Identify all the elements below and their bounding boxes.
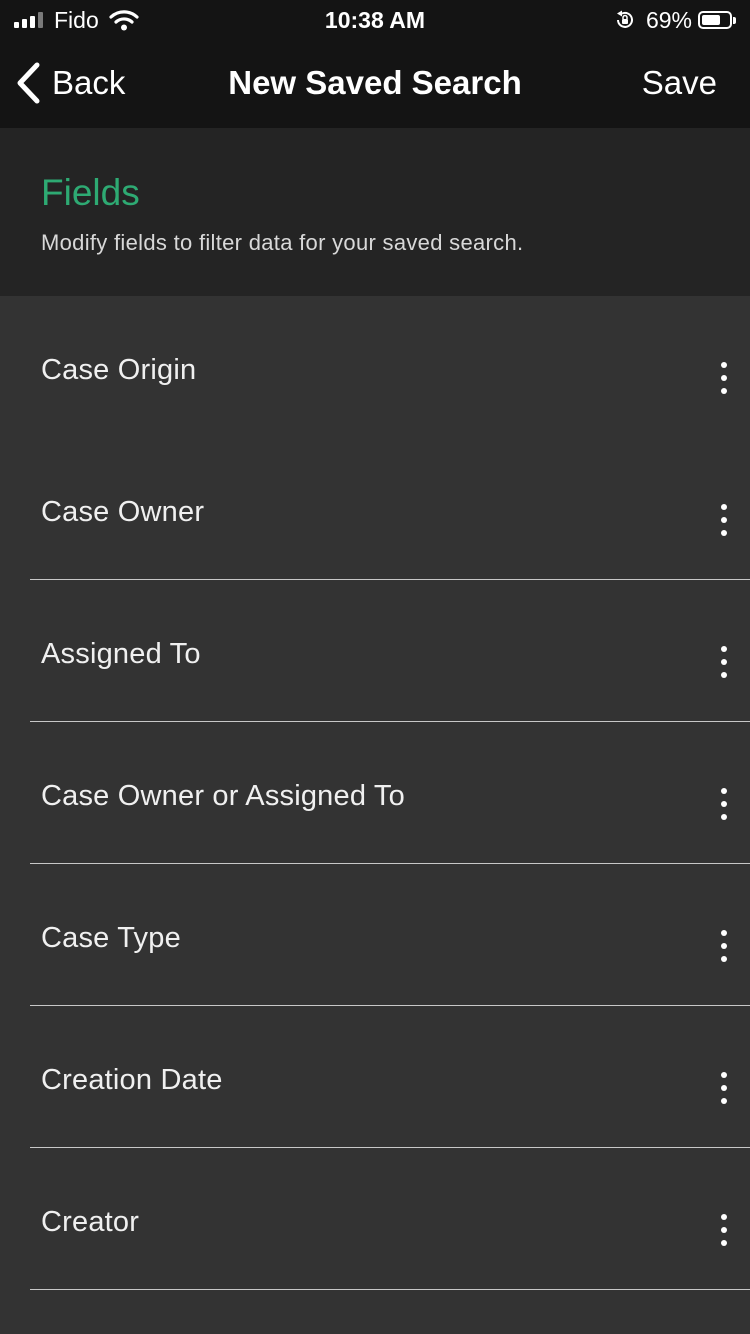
field-label: Case Type xyxy=(41,922,181,954)
chevron-left-icon xyxy=(17,62,40,104)
battery-percent: 69% xyxy=(645,6,692,33)
fields-section-header: Fields Modify fields to filter data for … xyxy=(0,128,750,296)
more-options-icon[interactable] xyxy=(712,1214,736,1246)
save-button[interactable]: Save xyxy=(642,64,717,102)
more-options-icon[interactable] xyxy=(712,930,736,962)
more-options-icon[interactable] xyxy=(712,646,736,678)
field-label: Case Owner or Assigned To xyxy=(41,780,405,812)
status-bar: Fido 10:38 AM 69% xyxy=(0,0,750,40)
section-title: Fields xyxy=(41,172,140,213)
more-options-icon[interactable] xyxy=(712,1072,736,1104)
status-right: 69% xyxy=(614,6,736,34)
battery-icon xyxy=(698,10,736,30)
field-label: Creator xyxy=(41,1206,140,1238)
field-row-case-owner-or-assigned-to[interactable]: Case Owner or Assigned To xyxy=(0,722,750,864)
field-row-case-owner[interactable]: Case Owner xyxy=(0,438,750,580)
field-row-creation-date[interactable]: Creation Date xyxy=(0,1006,750,1148)
more-options-icon[interactable] xyxy=(712,504,736,536)
more-options-icon[interactable] xyxy=(712,788,736,820)
field-list: Case Origin Case Owner Assigned To Case … xyxy=(0,296,750,1290)
field-row-assigned-to[interactable]: Assigned To xyxy=(0,580,750,722)
field-label: Case Owner xyxy=(41,496,205,528)
field-label: Assigned To xyxy=(41,638,201,670)
more-options-icon[interactable] xyxy=(712,362,736,394)
field-row-case-origin[interactable]: Case Origin xyxy=(0,296,750,438)
back-button[interactable]: Back xyxy=(14,60,125,106)
section-subtitle: Modify fields to filter data for your sa… xyxy=(41,230,524,255)
field-row-creator[interactable]: Creator xyxy=(0,1148,750,1290)
navigation-bar: Back New Saved Search Save xyxy=(0,40,750,128)
rotation-lock-icon xyxy=(616,10,633,28)
row-divider xyxy=(30,1289,750,1290)
back-label: Back xyxy=(52,64,126,101)
field-label: Case Origin xyxy=(41,354,197,386)
field-label: Creation Date xyxy=(41,1064,223,1096)
field-row-case-type[interactable]: Case Type xyxy=(0,864,750,1006)
